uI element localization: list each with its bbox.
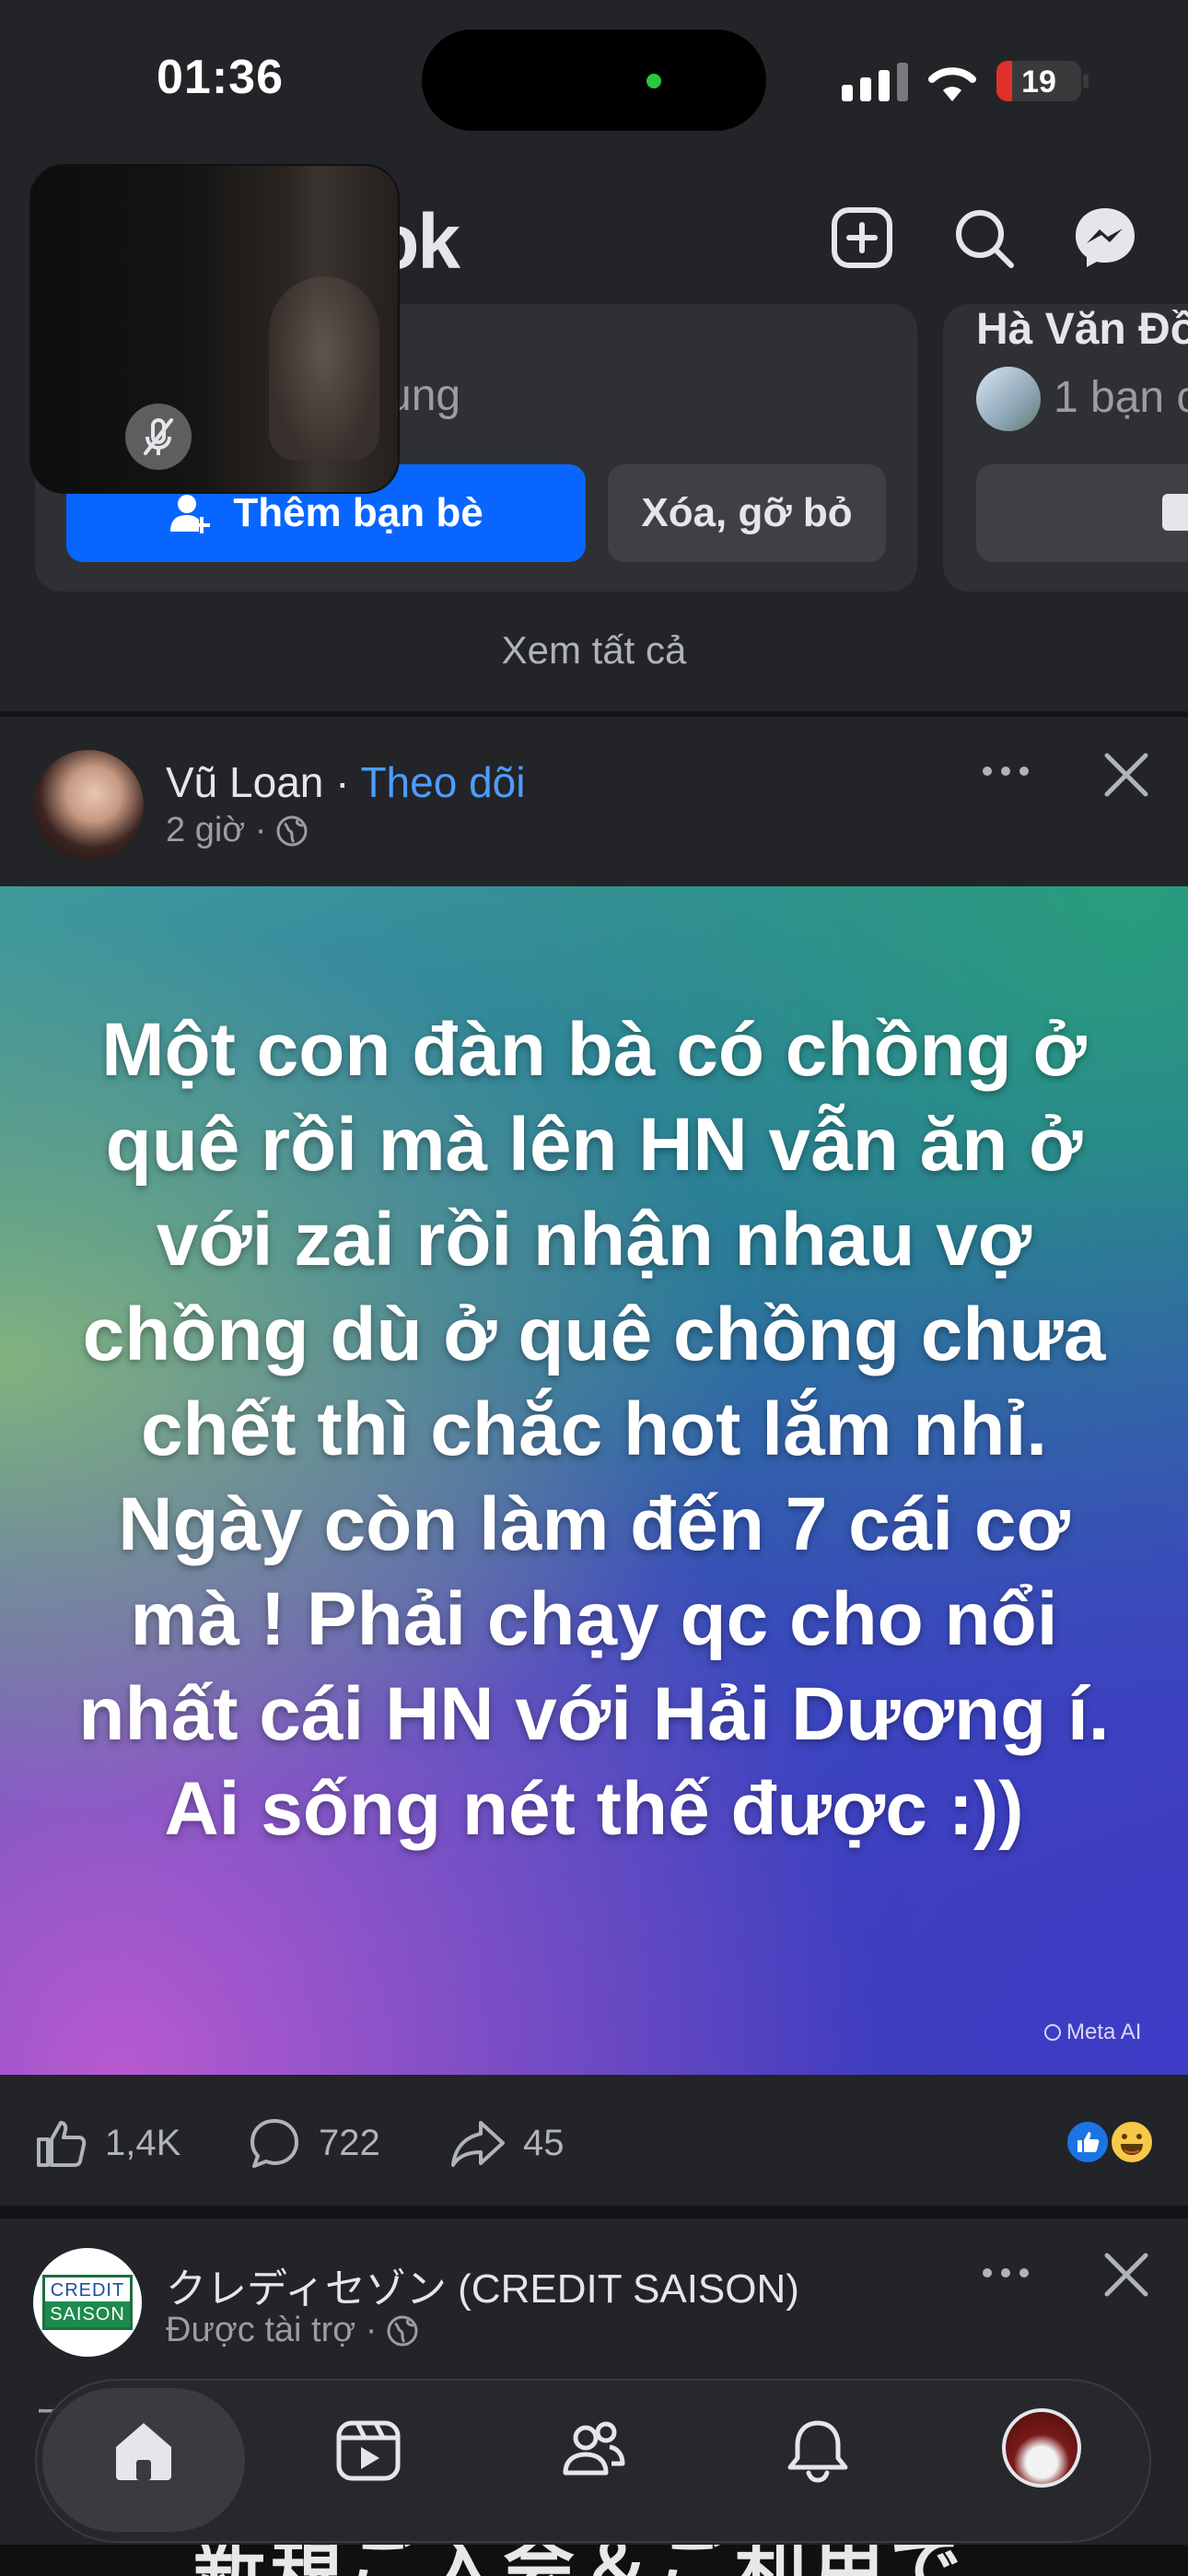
mutual-friend-avatar (976, 367, 1041, 431)
friends-icon[interactable] (558, 2416, 628, 2486)
sponsored-label: Được tài trợ · (166, 2311, 378, 2349)
author-avatar[interactable] (33, 750, 144, 861)
wifi-icon (928, 67, 976, 101)
suggestion-name[interactable]: Hà Văn Đồ (976, 304, 1188, 355)
cellular-signal-icon (842, 63, 908, 101)
globe-icon (387, 2315, 418, 2346)
messenger-icon[interactable] (1072, 205, 1138, 271)
like-button[interactable]: 1,4K (33, 2115, 181, 2171)
logo-text-top: CREDIT (50, 2280, 125, 2301)
share-icon (451, 2121, 505, 2167)
share-count: 45 (523, 2122, 565, 2163)
mic-off-icon (144, 418, 173, 455)
battery-percent: 19 (1021, 64, 1056, 100)
video-call-pip[interactable] (29, 164, 400, 494)
post-content-text: Một con đàn bà có chồng ở quê rồi mà lên… (78, 1008, 1110, 1851)
add-friend-label: Thêm bạn bè (233, 490, 483, 535)
post-divider (0, 2206, 1188, 2219)
post-meta: 2 giờ · (166, 811, 309, 850)
meta-ai-label: Meta AI (1066, 2020, 1142, 2044)
add-icon[interactable] (829, 205, 895, 271)
name-separator: · (323, 758, 361, 806)
like-reaction-icon (1065, 2119, 1111, 2165)
comment-count: 722 (319, 2122, 380, 2163)
dynamic-island (422, 29, 766, 131)
ad-banner-image[interactable]: 新規ご入会＆ご利用で (0, 2545, 1188, 2576)
meta-ai-icon (1044, 2024, 1061, 2041)
close-icon[interactable] (1100, 748, 1153, 802)
camera-indicator (646, 74, 661, 88)
ad-banner-text: 新規ご入会＆ご利用で (193, 2545, 967, 2576)
advertiser-name[interactable]: クレディセゾン (CREDIT SAISON) (166, 2255, 799, 2314)
credit-saison-logo: CREDIT SAISON (42, 2275, 133, 2330)
mutual-friends-text: 1 bạn c (1054, 373, 1188, 422)
status-time: 01:36 (157, 51, 284, 104)
like-icon (37, 2121, 87, 2167)
add-friend-icon (170, 495, 211, 533)
logo-text-bottom: SAISON (45, 2301, 130, 2327)
video-feed (269, 276, 379, 461)
remove-suggestion-button[interactable]: Xóa, gỡ bỏ (608, 464, 886, 562)
battery-cap (1083, 74, 1089, 88)
message-icon (1162, 494, 1188, 531)
share-button[interactable]: 45 (449, 2115, 565, 2171)
meta-ai-watermark: Meta AI (1044, 2020, 1141, 2045)
comment-icon (250, 2119, 298, 2168)
more-options-icon[interactable] (978, 2259, 1033, 2287)
haha-reaction-icon (1109, 2119, 1155, 2165)
post-author-line: Vũ Loan · Theo dõi (166, 757, 525, 807)
like-count: 1,4K (105, 2122, 181, 2163)
notifications-icon[interactable] (783, 2416, 853, 2486)
post-time[interactable]: 2 giờ · (166, 811, 266, 850)
close-icon[interactable] (1100, 2248, 1153, 2301)
globe-icon (276, 815, 308, 846)
author-name[interactable]: Vũ Loan (166, 758, 323, 806)
follow-link[interactable]: Theo dõi (360, 758, 525, 806)
video-icon[interactable] (333, 2416, 403, 2486)
sponsored-meta: Được tài trợ · (166, 2311, 419, 2350)
home-icon[interactable] (109, 2416, 179, 2486)
mute-button[interactable] (125, 404, 192, 470)
section-divider (0, 711, 1188, 717)
more-options-icon[interactable] (978, 757, 1033, 785)
comment-button[interactable]: 722 (247, 2115, 380, 2171)
advertiser-avatar[interactable]: CREDIT SAISON (33, 2248, 142, 2357)
see-all-link[interactable]: Xem tất cả (0, 628, 1188, 673)
profile-avatar[interactable] (1002, 2408, 1081, 2488)
battery-indicator: 19 (996, 61, 1081, 101)
search-icon[interactable] (950, 205, 1017, 271)
add-friend-button-2[interactable] (976, 464, 1188, 562)
